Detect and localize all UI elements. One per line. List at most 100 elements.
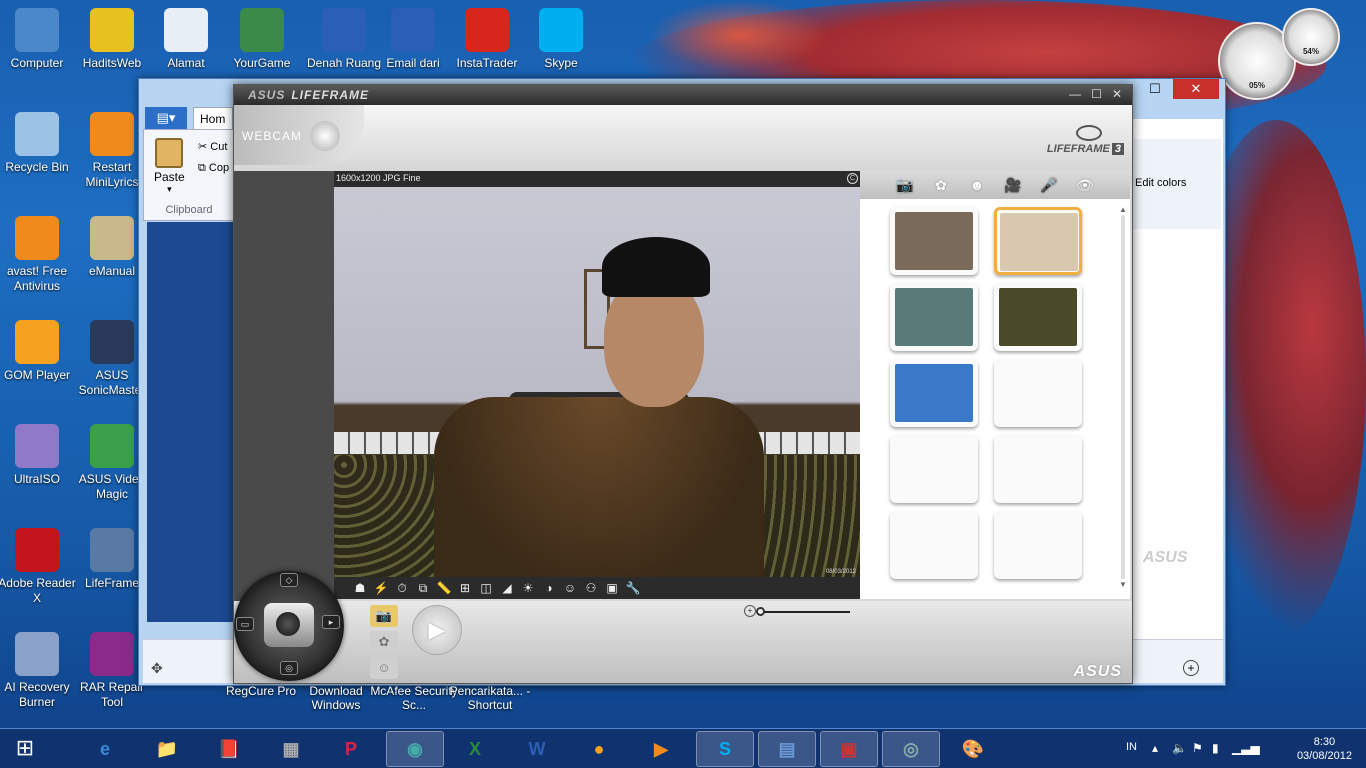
photo-thumbnail[interactable]: [890, 435, 978, 503]
maximize-button[interactable]: ☐: [1137, 79, 1173, 99]
toolbar-tool-icon[interactable]: ☀: [520, 580, 536, 596]
scroll-track[interactable]: [1121, 215, 1125, 579]
photo-thumbnail[interactable]: [890, 283, 978, 351]
partial-desktop-label[interactable]: Pencarikata... - Shortcut: [445, 684, 535, 712]
desktop-icon[interactable]: Email dari: [373, 8, 453, 71]
flag-icon[interactable]: ⚑: [1192, 741, 1203, 755]
zoom-track[interactable]: [758, 611, 850, 613]
minimize-button[interactable]: —: [1069, 87, 1081, 101]
tab-home[interactable]: Hom: [193, 107, 233, 129]
taskbar-lifeframe-button[interactable]: ◎: [882, 731, 940, 767]
zoom-in-button[interactable]: +: [1183, 660, 1199, 676]
taskbar-skype-button[interactable]: S: [696, 731, 754, 767]
desktop-icon[interactable]: Computer: [0, 8, 77, 71]
edit-colors-button[interactable]: Edit colors: [1131, 139, 1221, 229]
effects-tab[interactable]: ✿: [930, 175, 952, 195]
close-button[interactable]: ✕: [1112, 87, 1122, 101]
tray-expand-icon[interactable]: ▴: [1152, 741, 1158, 755]
taskbar-word-button[interactable]: W: [508, 731, 566, 767]
photo-thumbnail[interactable]: [994, 511, 1082, 579]
toolbar-tool-icon[interactable]: ⏱: [394, 580, 410, 596]
taskbar-file-explorer-button[interactable]: 📁: [138, 731, 196, 767]
scroll-up-icon[interactable]: ▲: [1118, 205, 1128, 214]
video-mode-icon[interactable]: ▭: [236, 617, 254, 631]
toolbar-tool-icon[interactable]: ⚡: [373, 580, 389, 596]
toolbar-tool-icon[interactable]: ▣: [604, 580, 620, 596]
desktop-icon[interactable]: Adobe Reader X: [0, 528, 77, 606]
capture-dial[interactable]: ▭ ◇ ▸ ◎: [234, 571, 344, 681]
desktop-icon[interactable]: YourGame: [222, 8, 302, 71]
photo-thumbnail[interactable]: [890, 359, 978, 427]
desktop-icon[interactable]: avast! Free Antivirus: [0, 216, 77, 294]
volume-icon[interactable]: 🔈: [1172, 741, 1187, 755]
face-mode-button[interactable]: ☺: [370, 657, 398, 679]
lifeframe-window[interactable]: ASUS LIFEFRAME — ☐ ✕ WEBCAM LIFEFRAME 3 16…: [233, 84, 1133, 684]
system-meter-gadget-small[interactable]: 54%: [1282, 8, 1340, 66]
desktop-icon[interactable]: InstaTrader: [447, 8, 527, 71]
face-tab[interactable]: ☻: [966, 175, 988, 195]
up-icon[interactable]: ◇: [280, 573, 298, 587]
mic-tab[interactable]: 🎤: [1038, 175, 1060, 195]
taskbar-book-app-button[interactable]: 📕: [200, 731, 258, 767]
network-icon[interactable]: ▁▃▅: [1232, 741, 1260, 755]
taskbar-toolbox-button[interactable]: ▣: [820, 731, 878, 767]
camera-tab[interactable]: 📷: [894, 175, 916, 195]
taskbar-control-panel-button[interactable]: ▤: [758, 731, 816, 767]
desktop-icon[interactable]: Alamat: [146, 8, 226, 71]
taskbar-media-player-button[interactable]: ▶: [632, 731, 690, 767]
down-icon[interactable]: ◎: [280, 661, 298, 675]
power-icon[interactable]: ▮: [1212, 741, 1219, 755]
webcam-mode-tab[interactable]: WEBCAM: [234, 105, 364, 165]
right-icon[interactable]: ▸: [322, 615, 340, 629]
photo-thumbnail[interactable]: [890, 207, 978, 275]
desktop-icon[interactable]: AI Recovery Burner: [0, 632, 77, 710]
photo-mode-button[interactable]: 📷: [370, 605, 398, 627]
toolbar-tool-icon[interactable]: ◢: [499, 580, 515, 596]
video-tab[interactable]: 🎥: [1002, 175, 1024, 195]
windows-start-button[interactable]: ⊞: [8, 735, 42, 763]
effects-mode-button[interactable]: ✿: [370, 631, 398, 653]
clock[interactable]: 8:30 03/08/2012: [1297, 735, 1352, 763]
toolbar-tool-icon[interactable]: ⚇: [583, 580, 599, 596]
desktop-icon[interactable]: Recycle Bin: [0, 112, 77, 175]
desktop-icon[interactable]: GOM Player: [0, 320, 77, 383]
play-button[interactable]: ▶: [412, 605, 462, 655]
taskbar-gom-player-button[interactable]: ●: [570, 731, 628, 767]
copy-button[interactable]: ⧉ Cop: [198, 162, 229, 175]
file-menu-button[interactable]: ▤▾: [145, 107, 187, 129]
zoom-slider[interactable]: +: [744, 605, 854, 619]
desktop-icon[interactable]: UltraISO: [0, 424, 77, 487]
toolbar-tool-icon[interactable]: ⧉: [415, 580, 431, 596]
photo-thumbnail[interactable]: [994, 435, 1082, 503]
cut-button[interactable]: ✂ Cut: [198, 140, 227, 153]
desktop-icon[interactable]: Skype: [521, 8, 601, 71]
desktop-icon[interactable]: HaditsWeb: [72, 8, 152, 71]
photo-thumbnail[interactable]: [994, 207, 1082, 275]
close-button[interactable]: ✕: [1173, 79, 1219, 99]
photo-thumbnail[interactable]: [890, 511, 978, 579]
taskbar-paint-button[interactable]: 🎨: [944, 731, 1002, 767]
desktop-icon[interactable]: Denah Ruang: [304, 8, 384, 71]
toolbar-tool-icon[interactable]: ☺: [562, 580, 578, 596]
toolbar-tool-icon[interactable]: ⊞: [457, 580, 473, 596]
photo-thumbnail[interactable]: [994, 283, 1082, 351]
taskbar-network-app-button[interactable]: ◉: [386, 731, 444, 767]
toolbar-tool-icon[interactable]: ◑: [541, 580, 557, 596]
language-indicator[interactable]: IN: [1126, 741, 1137, 753]
scroll-down-icon[interactable]: ▼: [1118, 580, 1128, 589]
zoom-knob[interactable]: [756, 607, 765, 616]
taskbar-calculator-button[interactable]: ▦: [262, 731, 320, 767]
photo-thumbnail[interactable]: [994, 359, 1082, 427]
toolbar-tool-icon[interactable]: 📏: [436, 580, 452, 596]
view-tab[interactable]: 👁: [1074, 175, 1096, 195]
paste-button[interactable]: Paste ▾: [154, 138, 185, 195]
webcam-preview[interactable]: 08/03/2012: [334, 187, 860, 577]
toolbar-tool-icon[interactable]: 🔧: [625, 580, 641, 596]
taskbar-internet-explorer-button[interactable]: e: [76, 731, 134, 767]
taskbar-excel-button[interactable]: X: [446, 731, 504, 767]
gallery-scrollbar[interactable]: ▲ ▼: [1118, 205, 1128, 589]
maximize-button[interactable]: ☐: [1091, 87, 1102, 101]
taskbar-powerpoint-button[interactable]: P: [322, 731, 380, 767]
partial-desktop-label[interactable]: Download Windows: [291, 684, 381, 712]
toolbar-tool-icon[interactable]: ◫: [478, 580, 494, 596]
